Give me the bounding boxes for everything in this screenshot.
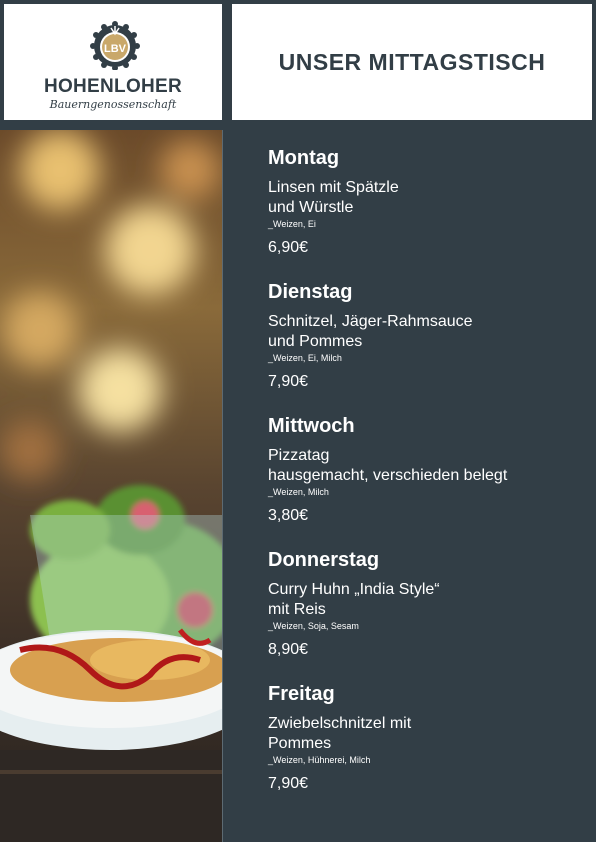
logo: LBV HOHENLOHER Bauerngenossenschaft (4, 4, 222, 120)
menu-list: Montag Linsen mit Spätzle und Würstle _W… (268, 146, 588, 816)
dish-name: Pizzatag hausgemacht, verschieden belegt (268, 447, 508, 484)
price: 3,80€ (268, 507, 309, 524)
day-name: Mittwoch (268, 415, 355, 437)
allergens: _Weizen, Ei (268, 219, 316, 229)
menu-day-friday: Freitag Zwiebelschnitzel mit Pommes _Wei… (268, 682, 588, 794)
logo-subtitle: Bauerngenossenschaft (49, 98, 177, 111)
price: 6,90€ (268, 239, 309, 256)
day-name: Freitag (268, 683, 335, 705)
lbv-badge-icon: LBV (90, 21, 140, 70)
price: 8,90€ (268, 641, 309, 658)
menu-day-wednesday: Mittwoch Pizzatag hausgemacht, verschied… (268, 414, 588, 526)
dish-name: Zwiebelschnitzel mit Pommes (268, 715, 412, 752)
dish-name: Linsen mit Spätzle und Würstle (268, 179, 399, 216)
price: 7,90€ (268, 775, 309, 792)
dish-name: Curry Huhn „India Style“ mit Reis (268, 581, 440, 618)
day-name: Dienstag (268, 281, 353, 303)
salad-photo (0, 130, 223, 842)
menu-day-tuesday: Dienstag Schnitzel, Jäger-Rahmsauce und … (268, 280, 588, 392)
menu-day-thursday: Donnerstag Curry Huhn „India Style“ mit … (268, 548, 588, 660)
allergens: _Weizen, Milch (268, 487, 329, 497)
day-name: Montag (268, 147, 340, 169)
allergens: _Weizen, Ei, Milch (268, 353, 342, 363)
menu-day-monday: Montag Linsen mit Spätzle und Würstle _W… (268, 146, 588, 258)
allergens: _Weizen, Hühnerei, Milch (268, 755, 371, 765)
logo-name: HOHENLOHER (43, 76, 183, 97)
salad-photo-icon (0, 130, 222, 842)
price: 7,90€ (268, 373, 309, 390)
logo-badge-text: LBV (104, 43, 127, 55)
day-name: Donnerstag (268, 549, 380, 571)
page-title: UNSER MITTAGSTISCH (278, 48, 546, 75)
header: UNSER MITTAGSTISCH (232, 4, 592, 120)
dish-name: Schnitzel, Jäger-Rahmsauce und Pommes (268, 313, 473, 350)
allergens: _Weizen, Soja, Sesam (268, 621, 359, 631)
